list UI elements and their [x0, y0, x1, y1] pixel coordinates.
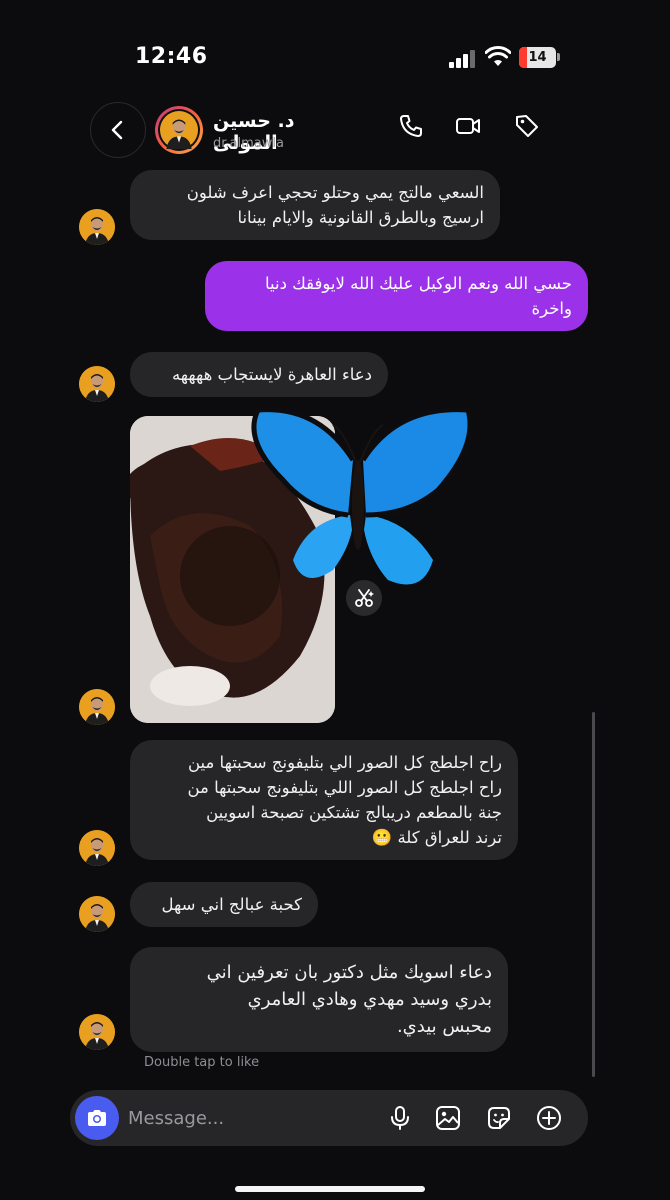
message-line: بدري وسيد مهدي وهادي العامري	[247, 989, 492, 1010]
contact-avatar[interactable]	[155, 106, 203, 154]
camera-button[interactable]	[75, 1096, 119, 1140]
battery-indicator: 14	[519, 47, 556, 68]
message-line: محبس بيدي.	[396, 1016, 492, 1037]
message-line: السعي مالتج يمي وحتلو تحجي اعرف شلون	[186, 183, 484, 202]
received-message[interactable]: دعاء العاهرة لايستجاب ههههه	[130, 352, 388, 397]
sender-avatar[interactable]	[79, 366, 115, 402]
sender-avatar[interactable]	[79, 209, 115, 245]
message-line: حسي الله ونعم الوكيل عليك الله لايوفقك د…	[265, 274, 572, 293]
message-line: دعاء اسويك مثل دكتور بان تعرفين اني	[206, 962, 492, 983]
chat-header: د. حسين المولى dr.almawla	[0, 100, 670, 170]
contact-handle: dr.almawla	[213, 136, 284, 151]
message-line: ارسيج وبالطرق القانونية والايام بينانا	[237, 208, 484, 227]
message-composer	[70, 1090, 588, 1146]
message-line: راح اجلطج كل الصور الي بتليفونج سحبتها م…	[187, 753, 502, 772]
received-message[interactable]: كحبة عبالج اني سهل	[130, 882, 318, 927]
sticker-icon[interactable]	[485, 1104, 513, 1132]
tag-icon[interactable]	[513, 112, 541, 140]
home-indicator[interactable]	[235, 1186, 425, 1192]
wifi-icon	[485, 46, 511, 66]
status-time: 12:46	[135, 44, 208, 69]
butterfly-sticker[interactable]	[238, 400, 478, 605]
gallery-icon[interactable]	[434, 1104, 462, 1132]
back-button[interactable]	[90, 102, 146, 158]
message-line: ترند للعراق كلة 😬	[371, 828, 502, 847]
message-line: دعاء العاهرة لايستجاب ههههه	[171, 365, 372, 384]
battery-tip	[557, 53, 560, 61]
back-icon	[111, 120, 123, 140]
received-message[interactable]: راح اجلطج كل الصور الي بتليفونج سحبتها م…	[130, 740, 518, 860]
message-line: راح اجلطج كل الصور اللي بتليفونج سحبتها …	[187, 778, 502, 797]
double-tap-hint: Double tap to like	[144, 1055, 260, 1070]
message-line: كحبة عبالج اني سهل	[161, 895, 302, 914]
microphone-icon[interactable]	[386, 1104, 414, 1132]
scrollbar[interactable]	[592, 712, 595, 1077]
received-message[interactable]: دعاء اسويك مثل دكتور بان تعرفين اني بدري…	[130, 947, 508, 1052]
phone-icon[interactable]	[397, 112, 425, 140]
cutout-button[interactable]	[346, 580, 382, 616]
battery-level: 14	[528, 50, 547, 65]
sender-avatar[interactable]	[79, 689, 115, 725]
message-line: جنة بالمطعم دريبالج تشتكين تصبحة اسويين	[206, 803, 502, 822]
camera-icon	[88, 1110, 106, 1126]
video-icon[interactable]	[454, 112, 482, 140]
message-line: واخرة	[531, 299, 572, 318]
add-icon[interactable]	[535, 1104, 563, 1132]
sender-avatar[interactable]	[79, 830, 115, 866]
sender-avatar[interactable]	[79, 896, 115, 932]
status-bar: 12:46 14	[0, 0, 670, 100]
scissors-icon	[355, 589, 374, 607]
sender-avatar[interactable]	[79, 1014, 115, 1050]
sent-message[interactable]: حسي الله ونعم الوكيل عليك الله لايوفقك د…	[205, 261, 588, 331]
received-message[interactable]: السعي مالتج يمي وحتلو تحجي اعرف شلون ارس…	[130, 170, 500, 240]
message-input[interactable]	[128, 1100, 328, 1136]
cellular-signal-icon	[449, 50, 477, 68]
contact-photo	[160, 111, 198, 149]
